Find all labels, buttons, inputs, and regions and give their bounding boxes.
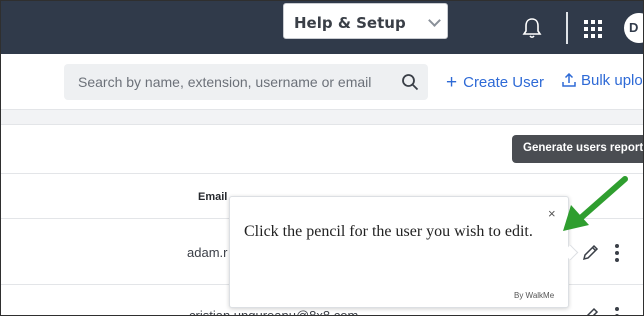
user-avatar[interactable]: D: [624, 13, 643, 43]
search-input[interactable]: Search by name, extension, username or e…: [64, 64, 428, 100]
search-icon[interactable]: [401, 73, 419, 91]
tooltip-pointer: [562, 244, 579, 261]
chevron-down-icon: [428, 14, 441, 27]
pencil-edit-icon[interactable]: [582, 307, 599, 316]
create-user-button[interactable]: + Create User: [446, 71, 544, 93]
topbar-divider: [566, 12, 568, 44]
bell-icon[interactable]: [522, 17, 542, 39]
generate-report-button[interactable]: Generate users report: [512, 135, 644, 163]
close-icon[interactable]: ×: [548, 206, 556, 221]
app-window: Help & Setup D Search by name, extension…: [0, 0, 644, 316]
pencil-edit-icon[interactable]: [582, 244, 599, 261]
create-user-label: Create User: [463, 74, 544, 91]
tooltip-message: Click the pencil for the user you wish t…: [244, 223, 533, 240]
bulk-upload-button[interactable]: Bulk uplo: [562, 71, 643, 89]
upload-icon: [562, 72, 576, 87]
walkme-branding: By WalkMe: [514, 291, 555, 300]
more-options-icon[interactable]: [615, 244, 619, 265]
table-top-border: [1, 173, 643, 174]
walkme-tooltip: × Click the pencil for the user you wish…: [229, 196, 579, 308]
generate-report-label: Generate users report: [523, 142, 644, 154]
apps-grid-icon[interactable]: [584, 20, 602, 38]
search-placeholder: Search by name, extension, username or e…: [78, 74, 372, 90]
top-navigation-bar: Help & Setup D: [1, 1, 643, 54]
section-divider: [1, 109, 643, 125]
help-setup-dropdown[interactable]: Help & Setup: [283, 3, 448, 39]
plus-icon: +: [446, 72, 458, 93]
table-row-email: adam.r: [187, 245, 228, 260]
avatar-initial: D: [629, 20, 639, 35]
more-options-icon[interactable]: [615, 307, 619, 315]
help-setup-label: Help & Setup: [294, 14, 406, 32]
table-row-email: cristian.ungureanu@8x8.com: [189, 308, 359, 316]
bulk-upload-label: Bulk uplo: [581, 72, 643, 89]
green-arrow-icon: [563, 176, 628, 231]
email-column-header: Email: [198, 191, 228, 203]
